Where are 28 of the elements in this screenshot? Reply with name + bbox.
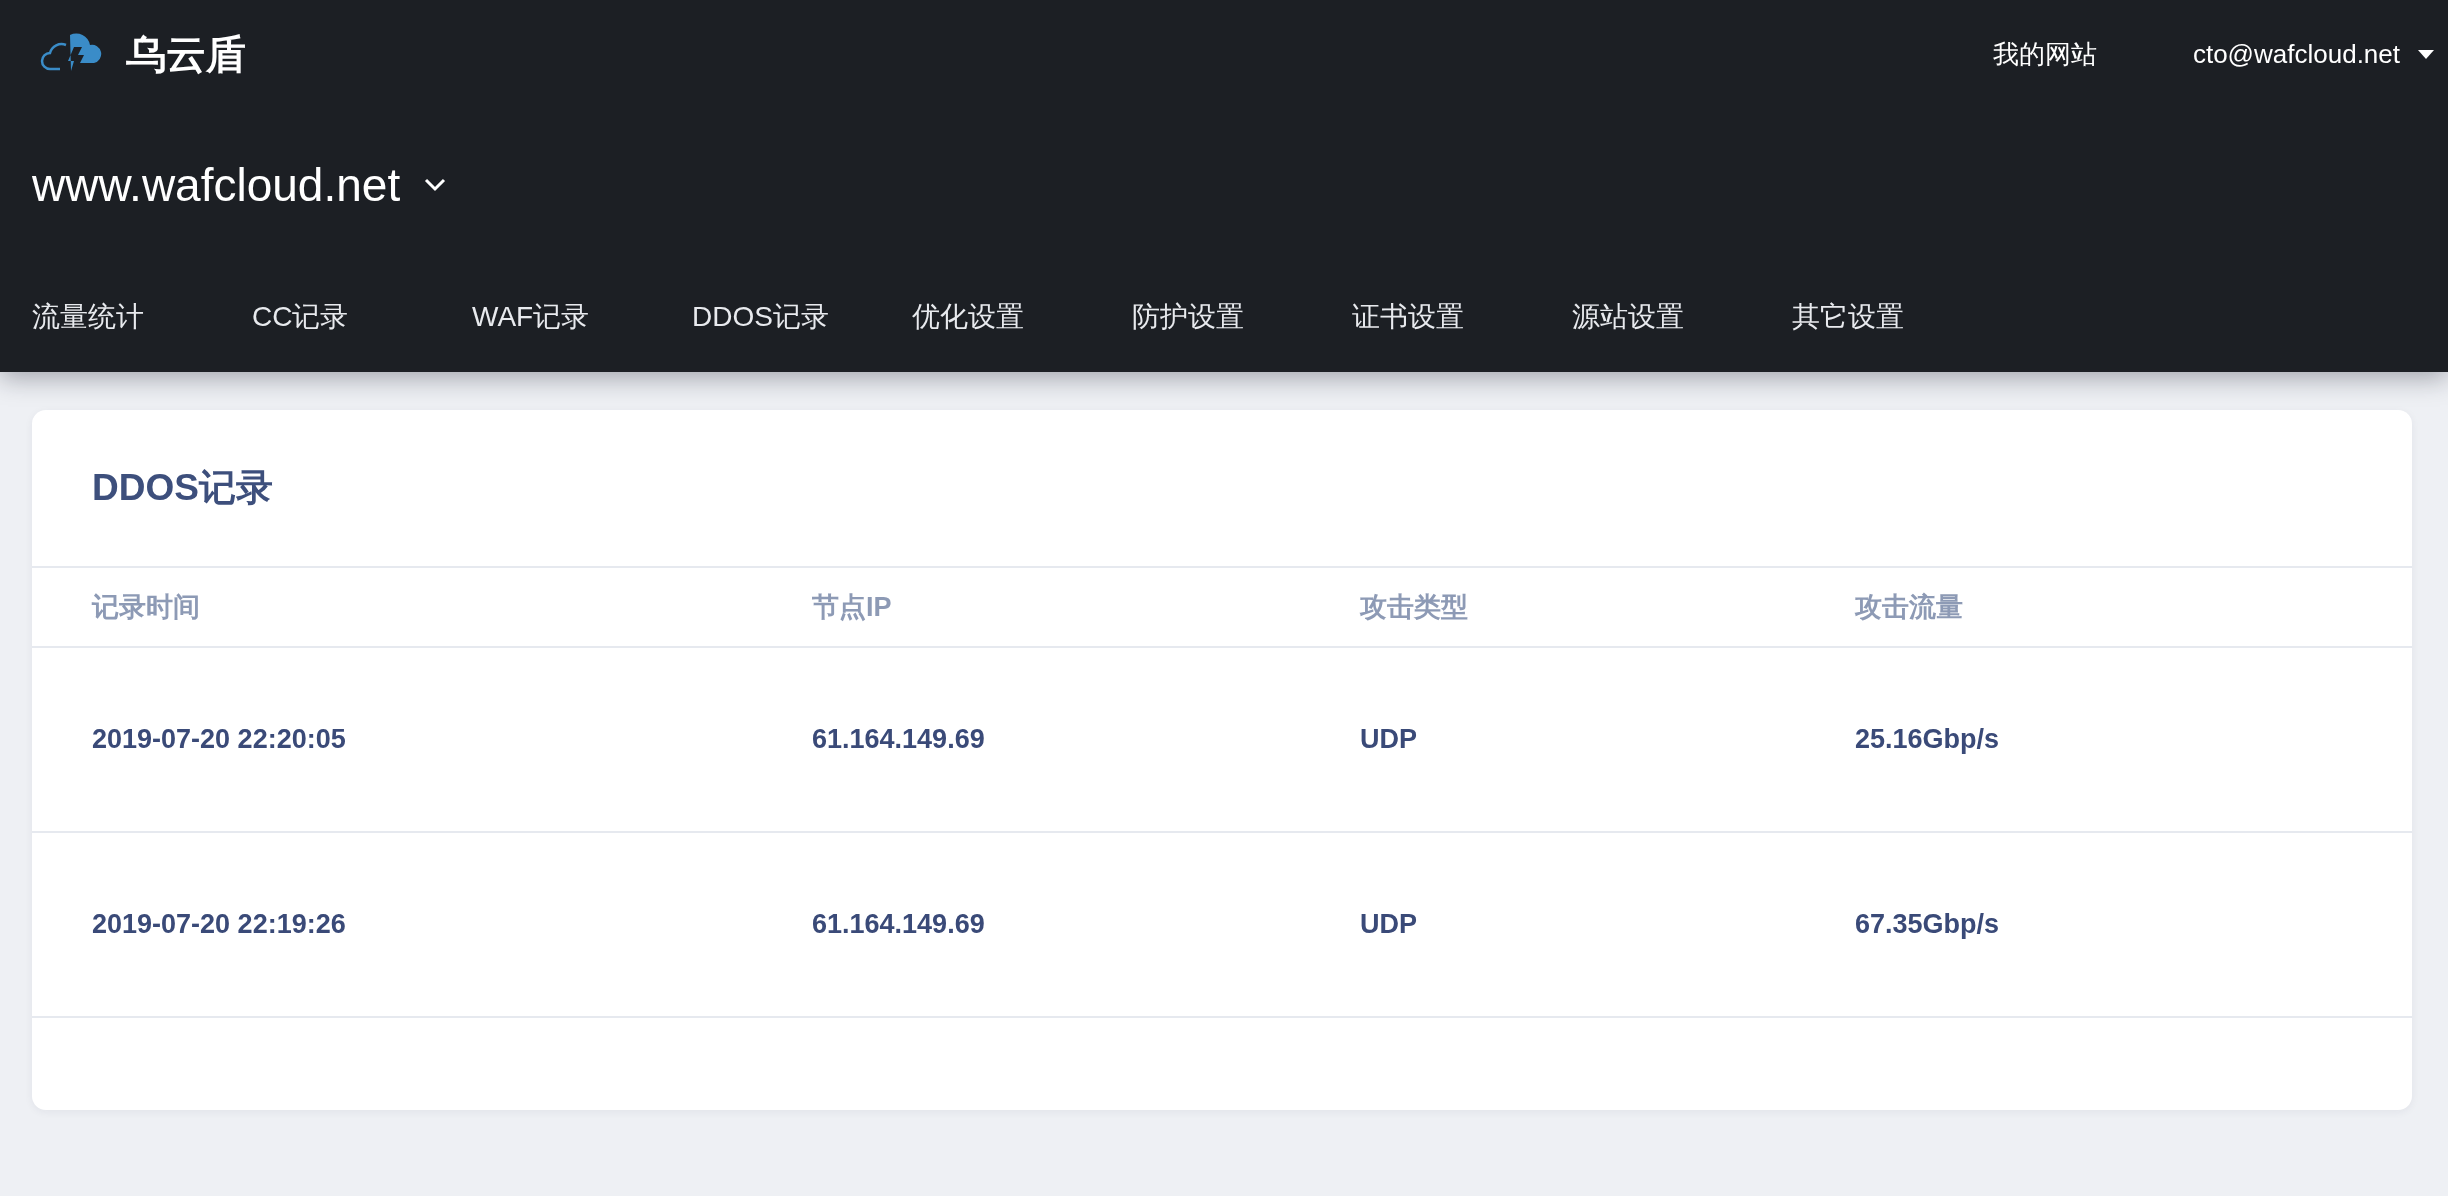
- nav-link[interactable]: CC记录: [252, 284, 472, 350]
- column-header: 攻击流量: [1855, 591, 1964, 624]
- chevron-down-icon: [424, 178, 447, 192]
- nav-link[interactable]: WAF记录: [472, 284, 692, 350]
- nav-link[interactable]: 其它设置: [1792, 284, 2012, 350]
- account-menu[interactable]: cto@wafcloud.net: [2192, 38, 2434, 70]
- table-cell-text: 61.164.149.69: [812, 909, 986, 940]
- nav-link[interactable]: 优化设置: [912, 284, 1132, 350]
- brand-name: 乌云盾: [126, 30, 246, 78]
- column-header: 攻击类型: [1360, 591, 1469, 624]
- site-selector[interactable]: www.wafcloud.net: [32, 158, 447, 212]
- card-title: DDOS记录: [32, 410, 2412, 568]
- table-cell-text: 25.16Gbp/s: [1855, 724, 2001, 755]
- column-header: 记录时间: [92, 591, 201, 624]
- table-cell-text: 2019-07-20 22:19:26: [92, 909, 347, 940]
- table-cell-text: 2019-07-20 22:20:05: [92, 724, 347, 755]
- table-cell-text: UDP: [1360, 909, 1418, 940]
- caret-down-icon: [2418, 49, 2434, 59]
- table-cell-text: 61.164.149.69: [812, 724, 986, 755]
- column-header: 节点IP: [812, 591, 893, 624]
- nav-link[interactable]: 流量统计: [32, 284, 252, 350]
- nav-link[interactable]: 防护设置: [1132, 284, 1352, 350]
- nav-link[interactable]: 证书设置: [1352, 284, 1572, 350]
- nav-link[interactable]: DDOS记录: [692, 284, 912, 350]
- nav-link[interactable]: 源站设置: [1572, 284, 1792, 350]
- table-cell-text: UDP: [1360, 724, 1418, 755]
- my-sites-link[interactable]: 我的网站: [1992, 36, 2097, 72]
- table-cell-text: 67.35Gbp/s: [1855, 909, 2001, 940]
